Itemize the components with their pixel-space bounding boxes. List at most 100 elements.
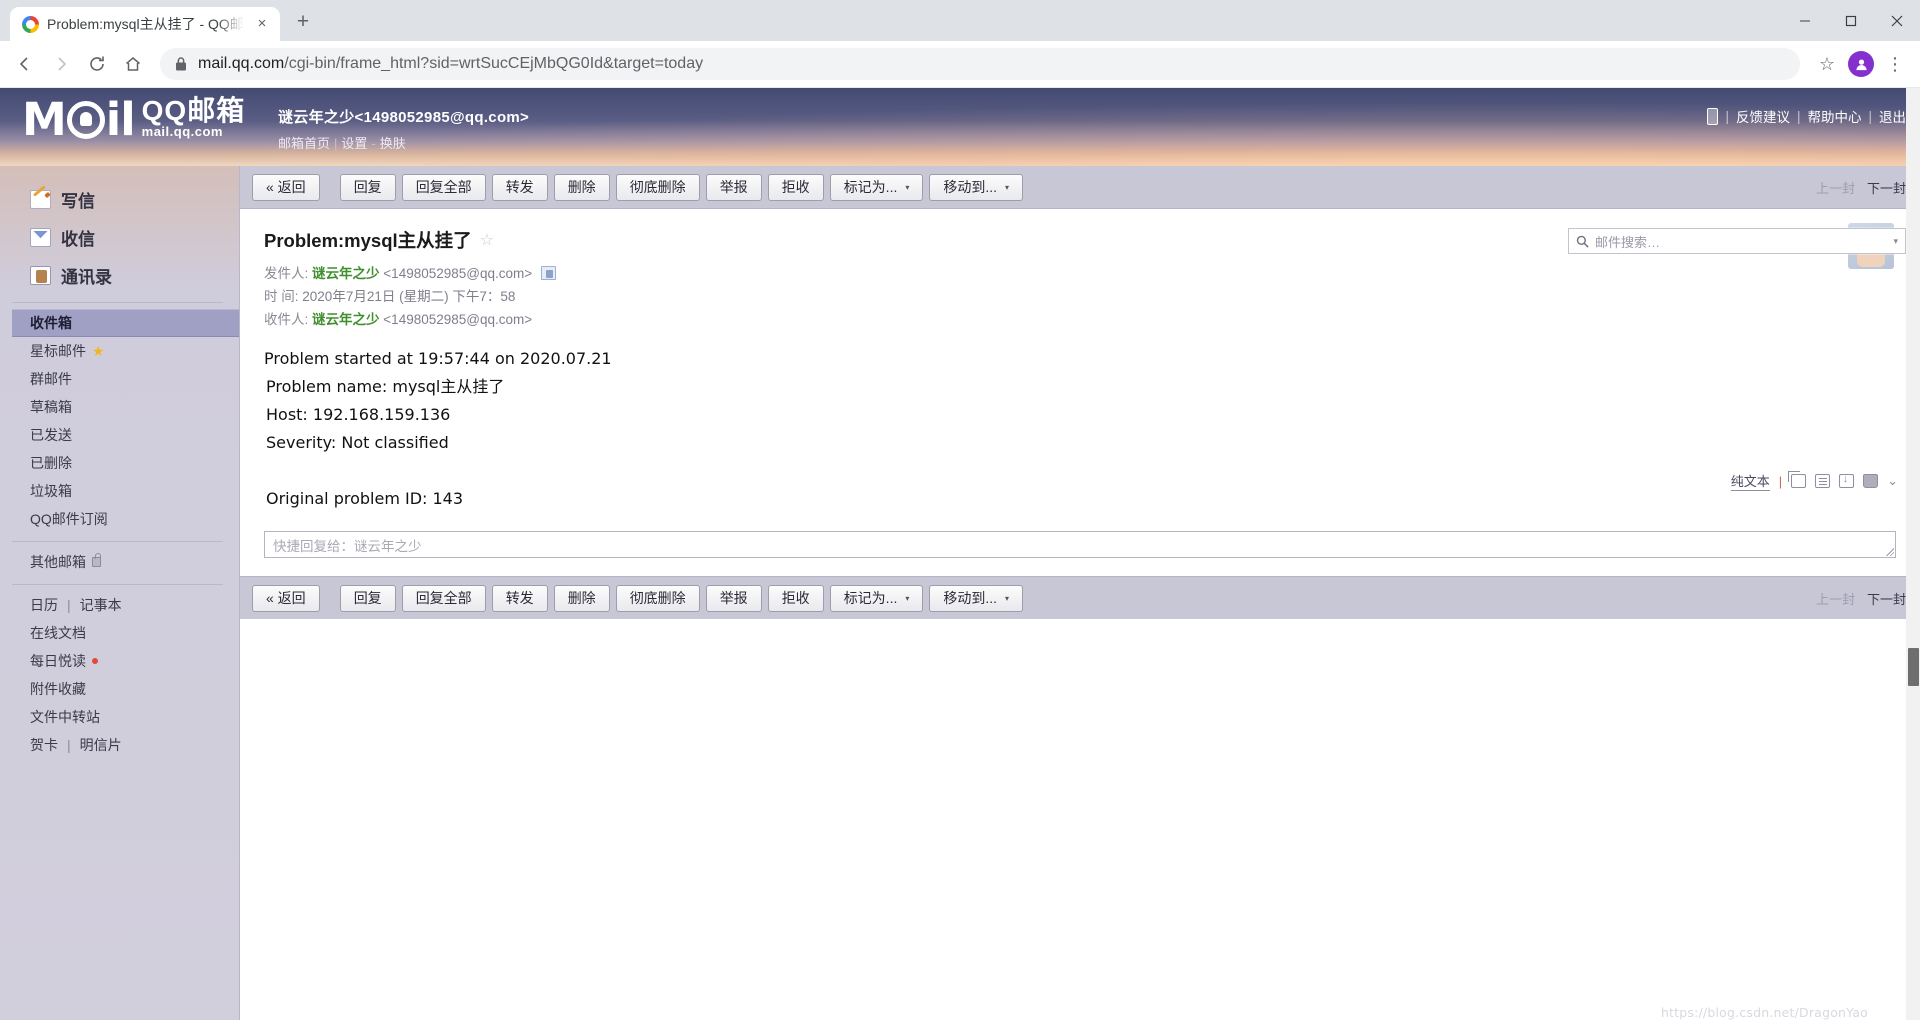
back-button-bottom[interactable]: « 返回 xyxy=(252,584,320,612)
sidebar-item-deleted[interactable]: 已删除 xyxy=(12,449,239,477)
star-icon[interactable]: ☆ xyxy=(480,230,494,250)
forward-button-bottom[interactable]: 转发 xyxy=(491,584,548,612)
reject-button-bottom[interactable]: 拒收 xyxy=(767,584,824,612)
sidebar-item-file-transfer[interactable]: 文件中转站 xyxy=(12,703,239,731)
mail-content: « 返回 回复 回复全部 转发 删除 彻底删除 举报 拒收 标记为... ▾ 移… xyxy=(240,166,1920,1030)
sidebar-item-subscriptions[interactable]: QQ邮件订阅 xyxy=(12,505,239,533)
browser-menu-icon[interactable]: ⋮ xyxy=(1878,47,1912,81)
report-button[interactable]: 举报 xyxy=(705,173,762,201)
link-feedback[interactable]: 反馈建议 xyxy=(1736,106,1790,126)
sidebar-item-compose[interactable]: 写信 xyxy=(30,180,239,218)
time-value: 2020年7月21日 (星期二) 下午7：58 xyxy=(302,289,516,304)
quick-reply-input[interactable]: 快捷回复给：谜云年之少 xyxy=(264,531,1896,558)
sidebar-item-contacts[interactable]: 通讯录 xyxy=(30,256,239,294)
sidebar-item-daily-read[interactable]: 每日悦读 xyxy=(12,647,239,675)
next-message-link[interactable]: 下一封 xyxy=(1867,178,1906,197)
new-tab-button[interactable]: + xyxy=(288,8,318,38)
logo-letter-m: M xyxy=(22,93,67,147)
sidebar-item-receive[interactable]: 收信 xyxy=(30,218,239,256)
reply-button[interactable]: 回复 xyxy=(339,173,396,201)
expand-chevron-icon[interactable]: ⌄ xyxy=(1887,473,1898,489)
bookmark-star-icon[interactable]: ☆ xyxy=(1810,47,1844,81)
scroll-up-arrow-icon[interactable] xyxy=(1906,88,1920,102)
sidebar-item-drafts[interactable]: 草稿箱 xyxy=(12,393,239,421)
toolbar-right: ☆ ⋮ xyxy=(1810,47,1912,81)
page-scrollbar[interactable] xyxy=(1906,88,1920,1030)
link-help-center[interactable]: 帮助中心 xyxy=(1807,106,1861,126)
sidebar-item-other-mailbox[interactable]: 其他邮箱 xyxy=(12,548,239,576)
permanent-delete-button[interactable]: 彻底删除 xyxy=(615,173,700,201)
mark-as-dropdown[interactable]: 标记为... ▾ xyxy=(829,173,924,201)
sidebar-item-attachment-favorites[interactable]: 附件收藏 xyxy=(12,675,239,703)
body-line: Problem started at 19:57:44 on 2020.07.2… xyxy=(264,349,612,368)
mobile-phone-icon[interactable] xyxy=(1707,107,1719,125)
prev-message-link[interactable]: 上一封 xyxy=(1816,178,1855,197)
address-bar[interactable]: mail.qq.com/cgi-bin/frame_html?sid=wrtSu… xyxy=(160,48,1800,80)
reject-button[interactable]: 拒收 xyxy=(767,173,824,201)
sidebar-item-label: 日历 xyxy=(30,597,58,613)
mark-as-dropdown-bottom[interactable]: 标记为... ▾ xyxy=(829,584,924,612)
close-window-icon[interactable] xyxy=(1874,0,1920,41)
link-logout[interactable]: 退出 xyxy=(1879,106,1906,126)
delete-button-bottom[interactable]: 删除 xyxy=(553,584,610,612)
forward-button[interactable]: 转发 xyxy=(491,173,548,201)
back-button[interactable]: « 返回 xyxy=(252,173,320,201)
delete-button[interactable]: 删除 xyxy=(553,173,610,201)
search-icon xyxy=(1576,235,1589,248)
next-message-link[interactable]: 下一封 xyxy=(1867,589,1906,608)
sidebar-item-calendar-notes[interactable]: 日历 | 记事本 xyxy=(12,591,239,619)
sidebar-item-online-docs[interactable]: 在线文档 xyxy=(12,619,239,647)
minimize-icon[interactable] xyxy=(1782,0,1828,41)
sidebar-item-inbox[interactable]: 收件箱 xyxy=(12,309,239,337)
plain-text-link[interactable]: 纯文本 xyxy=(1730,471,1770,491)
archive-icon[interactable] xyxy=(1839,473,1855,488)
print-icon[interactable] xyxy=(1863,474,1879,488)
body-line: Original problem ID: 143 xyxy=(266,489,464,508)
close-tab-icon[interactable]: × xyxy=(252,14,272,34)
from-name[interactable]: 谜云年之少 xyxy=(312,266,380,281)
sidebar-item-label: 在线文档 xyxy=(30,625,86,641)
search-box[interactable]: 邮件搜索… ▾ xyxy=(1568,228,1906,254)
browser-tab[interactable]: Problem:mysql主从挂了 - QQ邮箱 × xyxy=(10,7,280,41)
reload-icon[interactable] xyxy=(80,47,114,81)
account-email: 谜云年之少<1498052985@qq.com> xyxy=(278,109,530,126)
maximize-icon[interactable] xyxy=(1828,0,1874,41)
reply-button-bottom[interactable]: 回复 xyxy=(339,584,396,612)
link-settings[interactable]: 设置 xyxy=(341,136,367,151)
mail-toolbar-bottom: « 返回 回复 回复全部 转发 删除 彻底删除 举报 拒收 标记为... ▾ 移… xyxy=(240,576,1920,619)
contact-card-icon[interactable] xyxy=(540,266,556,280)
move-to-dropdown-bottom[interactable]: 移动到... ▾ xyxy=(929,584,1024,612)
sidebar-item-greeting-postcard[interactable]: 贺卡 | 明信片 xyxy=(12,731,239,759)
link-mail-home[interactable]: 邮箱首页 xyxy=(278,136,330,151)
body-line: Severity: Not classified xyxy=(266,433,449,452)
forward-icon[interactable] xyxy=(44,47,78,81)
qqmail-logo[interactable]: Mil QQ邮箱 mail.qq.com xyxy=(22,96,245,142)
link-skin[interactable]: 换肤 xyxy=(380,136,406,151)
scrollbar-thumb[interactable] xyxy=(1908,648,1919,686)
sidebar-item-label-2[interactable]: 明信片 xyxy=(80,735,122,755)
sidebar-item-spam[interactable]: 垃圾箱 xyxy=(12,477,239,505)
to-name[interactable]: 谜云年之少 xyxy=(312,312,380,327)
move-to-label: 移动到... xyxy=(943,590,998,606)
sidebar-item-group-mail[interactable]: 群邮件 xyxy=(12,365,239,393)
mail-body: Problem started at 19:57:44 on 2020.07.2… xyxy=(240,331,1920,513)
sidebar-item-label-2[interactable]: 记事本 xyxy=(80,595,122,615)
prev-message-link[interactable]: 上一封 xyxy=(1816,589,1855,608)
meta-from-row: 发件人: 谜云年之少 <1498052985@qq.com> xyxy=(264,262,1896,285)
report-button-bottom[interactable]: 举报 xyxy=(705,584,762,612)
chevron-down-icon[interactable]: ▾ xyxy=(1893,236,1898,247)
permanent-delete-button-bottom[interactable]: 彻底删除 xyxy=(615,584,700,612)
reply-all-button-bottom[interactable]: 回复全部 xyxy=(401,584,486,612)
back-icon[interactable] xyxy=(8,47,42,81)
list-view-icon[interactable] xyxy=(1815,474,1831,488)
sidebar-item-sent[interactable]: 已发送 xyxy=(12,421,239,449)
message-nav: 上一封 下一封 xyxy=(1816,178,1906,197)
home-icon[interactable] xyxy=(116,47,150,81)
star-icon: ★ xyxy=(92,342,105,359)
sidebar-item-label: 附件收藏 xyxy=(30,681,86,697)
new-window-icon[interactable] xyxy=(1788,471,1807,488)
reply-all-button[interactable]: 回复全部 xyxy=(401,173,486,201)
move-to-dropdown[interactable]: 移动到... ▾ xyxy=(929,173,1024,201)
sidebar-item-starred[interactable]: 星标邮件 ★ xyxy=(12,337,239,365)
profile-avatar[interactable] xyxy=(1848,51,1874,77)
